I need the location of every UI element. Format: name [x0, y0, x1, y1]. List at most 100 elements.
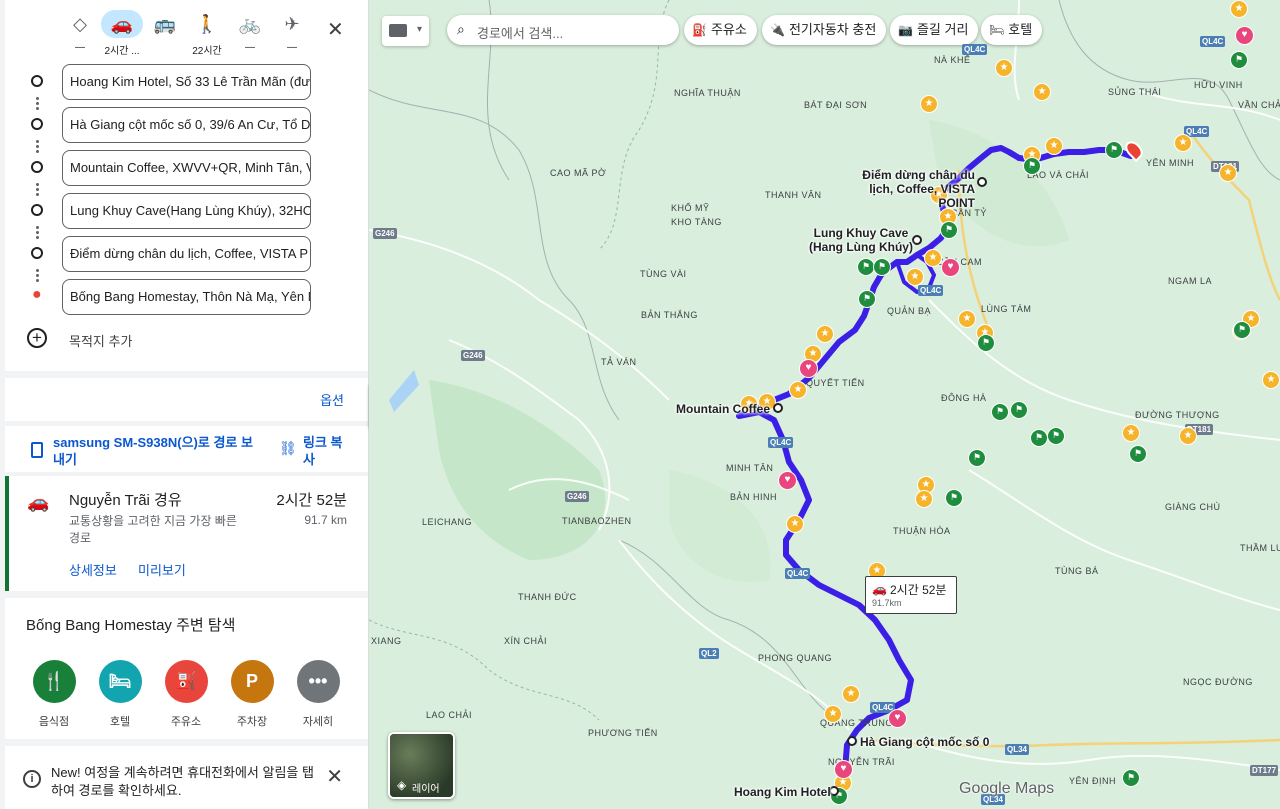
parking-icon: P: [230, 660, 274, 703]
stop-label: Hoang Kim Hotel: [734, 785, 831, 799]
destination-input[interactable]: Bống Bang Homestay, Thôn Nà Mạ, Yên M: [62, 279, 311, 315]
saved-heart-icon[interactable]: ♥: [941, 258, 960, 277]
attraction-star-icon[interactable]: ★: [1230, 0, 1248, 18]
waypoint-marker[interactable]: [773, 403, 783, 413]
landmark-flag-icon[interactable]: ⚑: [1010, 401, 1028, 419]
options-button[interactable]: 옵션: [320, 390, 344, 409]
place-label: KHO TÀNG: [671, 217, 722, 227]
mode-transit[interactable]: 🚌: [144, 10, 186, 54]
copy-link-button[interactable]: 링크 복사: [303, 434, 351, 468]
mode-walking[interactable]: 🚶 22시간: [186, 10, 228, 57]
chip-things-to-do[interactable]: 📷 즐길 거리: [890, 15, 979, 45]
attraction-star-icon[interactable]: ★: [1179, 427, 1197, 445]
attraction-star-icon[interactable]: ★: [1045, 137, 1063, 155]
landmark-flag-icon[interactable]: ⚑: [991, 403, 1009, 421]
route-duration: 2시간 52분: [276, 492, 347, 509]
attraction-star-icon[interactable]: ★: [995, 59, 1013, 77]
road-shield: QL4C: [962, 44, 988, 55]
mode-time: —: [245, 42, 255, 53]
add-destination-button[interactable]: + 목적지 추가: [27, 326, 227, 352]
keyboard-input-button[interactable]: ▾: [382, 16, 429, 46]
waypoint-marker[interactable]: [847, 736, 857, 746]
attraction-star-icon[interactable]: ★: [786, 515, 804, 533]
waypoint-input[interactable]: Mountain Coffee, XWVV+QR, Minh Tân, V: [62, 150, 311, 186]
landmark-flag-icon[interactable]: ⚑: [940, 221, 958, 239]
waypoint-input[interactable]: Hà Giang cột mốc số 0, 39/6 An Cư, Tổ D: [62, 107, 311, 143]
mode-driving[interactable]: 🚗 2시간 ...: [101, 10, 143, 57]
saved-heart-icon[interactable]: ♥: [1235, 26, 1254, 45]
map-canvas[interactable]: ▾ ⌕ 경로에서 검색... ⛽ 주유소 🔌 전기자동차 충전 📷 즐길 거리 🛏 호텔…: [369, 0, 1280, 809]
landmark-flag-icon[interactable]: ⚑: [1122, 769, 1140, 787]
place-label: SỦNG THÁI: [1108, 87, 1162, 97]
attraction-star-icon[interactable]: ★: [1174, 134, 1192, 152]
attraction-star-icon[interactable]: ★: [816, 325, 834, 343]
mode-cycling[interactable]: 🚲 —: [229, 10, 271, 54]
landmark-flag-icon[interactable]: ⚑: [1047, 427, 1065, 445]
waypoint-marker[interactable]: [977, 177, 987, 187]
chip-ev-charging[interactable]: 🔌 전기자동차 충전: [762, 15, 887, 45]
route-preview-link[interactable]: 미리보기: [138, 560, 186, 579]
waypoint-input[interactable]: Lung Khuy Cave(Hang Lùng Khúy), 32HC: [62, 193, 311, 229]
send-to-phone-link[interactable]: samsung SM-S938N(으)로 경로 보내기: [53, 434, 263, 468]
waypoint-input[interactable]: Điểm dừng chân du lịch, Coffee, VISTA P: [62, 236, 311, 272]
route-option[interactable]: 🚗 Nguyễn Trãi 경유 2시간 52분 교통상황을 고려한 지금 가장…: [5, 476, 368, 591]
nearby-parking-button[interactable]: P 주차장: [222, 660, 282, 729]
attraction-star-icon[interactable]: ★: [1033, 83, 1051, 101]
landmark-flag-icon[interactable]: ⚑: [945, 489, 963, 507]
attraction-star-icon[interactable]: ★: [789, 381, 807, 399]
gas-station-icon: ⛽: [164, 660, 208, 703]
attraction-star-icon[interactable]: ★: [958, 310, 976, 328]
search-along-route[interactable]: ⌕ 경로에서 검색...: [447, 15, 679, 45]
search-input[interactable]: 경로에서 검색...: [477, 23, 563, 42]
saved-heart-icon[interactable]: ♥: [778, 471, 797, 490]
stop-circle-icon: [31, 204, 43, 216]
landmark-flag-icon[interactable]: ⚑: [1105, 141, 1123, 159]
car-icon: 🚗: [27, 492, 50, 512]
stop-circle-icon: [31, 118, 43, 130]
nearby-gas-stations-button[interactable]: ⛽ 주유소: [156, 660, 216, 729]
landmark-flag-icon[interactable]: ⚑: [1230, 51, 1248, 69]
place-label: KHỔ MỸ: [671, 203, 710, 213]
attraction-star-icon[interactable]: ★: [1219, 164, 1237, 182]
saved-heart-icon[interactable]: ♥: [799, 359, 818, 378]
dismiss-notice-button[interactable]: ✕: [326, 764, 343, 789]
place-label: QUYẾT TIẾN: [806, 378, 865, 388]
landmark-flag-icon[interactable]: ⚑: [1030, 429, 1048, 447]
saved-heart-icon[interactable]: ♥: [888, 709, 907, 728]
mode-best-route[interactable]: ◇ —: [59, 10, 101, 54]
landmark-flag-icon[interactable]: ⚑: [977, 334, 995, 352]
landmark-flag-icon[interactable]: ⚑: [1023, 157, 1041, 175]
landmark-flag-icon[interactable]: ⚑: [1233, 321, 1251, 339]
landmark-flag-icon[interactable]: ⚑: [968, 449, 986, 467]
saved-heart-icon[interactable]: ♥: [834, 760, 853, 779]
attraction-star-icon[interactable]: ★: [915, 490, 933, 508]
landmark-flag-icon[interactable]: ⚑: [873, 258, 891, 276]
chip-hotels[interactable]: 🛏 호텔: [981, 15, 1043, 45]
attraction-star-icon[interactable]: ★: [842, 685, 860, 703]
stop-row: Lung Khuy Cave(Hang Lùng Khúy), 32HC: [5, 191, 368, 229]
chevron-down-icon: ▾: [416, 24, 422, 35]
nearby-restaurants-button[interactable]: 🍴 음식점: [24, 660, 84, 729]
category-label: 주차장: [236, 716, 268, 728]
route-details-link[interactable]: 상세정보: [69, 560, 117, 579]
nearby-hotels-button[interactable]: 🛏 호텔: [90, 660, 150, 729]
attraction-star-icon[interactable]: ★: [924, 249, 942, 267]
attraction-star-icon[interactable]: ★: [824, 705, 842, 723]
layers-button[interactable]: ◈ 레이어: [388, 732, 455, 799]
mode-flights[interactable]: ✈ —: [271, 10, 313, 54]
attraction-star-icon[interactable]: ★: [1262, 371, 1280, 389]
place-label: QUẢN BẠ: [887, 306, 932, 316]
close-directions-button[interactable]: ✕: [327, 20, 344, 40]
origin-input[interactable]: Hoang Kim Hotel, Số 33 Lê Trần Mãn (đư: [62, 64, 311, 100]
attraction-star-icon[interactable]: ★: [906, 268, 924, 286]
attraction-star-icon[interactable]: ★: [920, 95, 938, 113]
layers-label: 레이어: [412, 784, 440, 795]
nearby-more-button[interactable]: ••• 자세히: [288, 660, 348, 729]
plus-icon: +: [27, 328, 47, 348]
attraction-star-icon[interactable]: ★: [1122, 424, 1140, 442]
route-duration-callout[interactable]: 🚗 2시간 52분 91.7km: [865, 576, 957, 614]
landmark-flag-icon[interactable]: ⚑: [1129, 445, 1147, 463]
landmark-flag-icon[interactable]: ⚑: [858, 290, 876, 308]
destination-pin-icon: ●: [32, 286, 42, 303]
chip-gas-stations[interactable]: ⛽ 주유소: [684, 15, 757, 45]
